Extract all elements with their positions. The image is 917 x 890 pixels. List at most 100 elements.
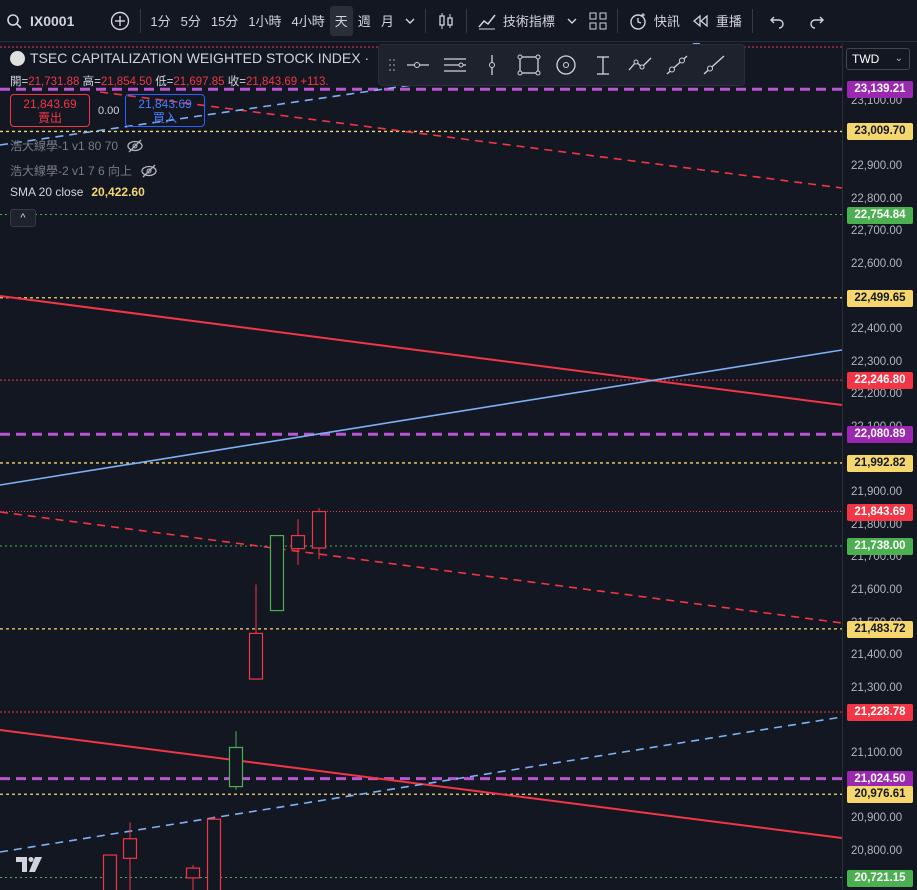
chevron-down-icon: [567, 18, 577, 24]
symbol-search[interactable]: IX0001: [0, 6, 80, 36]
indicator-name: 浩大線學-2 v1 7 6 向上: [10, 164, 133, 178]
grid-icon: [589, 12, 607, 29]
replay-label: 重播: [715, 14, 742, 29]
high-label: 高=: [82, 76, 101, 88]
candle-body: [269, 534, 285, 612]
circle-icon: [555, 55, 576, 75]
vertical-line-icon: [488, 55, 495, 75]
divider: [751, 8, 753, 33]
layouts-button[interactable]: [583, 6, 613, 36]
trend-line: [99, 91, 842, 189]
sma-value: 20,422.60: [91, 185, 145, 199]
close-value: 21,843.69: [246, 76, 298, 88]
drawing-toolbar: [378, 44, 745, 86]
timeframe-dropdown[interactable]: [399, 6, 421, 36]
horizontal-ray-tool[interactable]: [399, 47, 436, 83]
price-tick: 21,100.00: [851, 747, 903, 759]
price-level-label: 21,992.82: [847, 454, 913, 472]
price-level-label: 22,754.84: [847, 206, 913, 224]
sell-button[interactable]: 21,843.69 賣出: [10, 94, 90, 127]
tradingview-logo-icon[interactable]: [16, 855, 46, 878]
price-tick: 22,400.00: [851, 323, 903, 336]
timeframe-1mo[interactable]: 月: [376, 6, 399, 36]
ray-line-icon: [703, 55, 724, 75]
ohlc-values: 開=21,731.88 高=21,854.50 低=21,697.85 收=21…: [10, 73, 329, 89]
candles-icon: [439, 12, 453, 29]
candle-body: [311, 510, 327, 549]
trend-line-tool[interactable]: [658, 47, 695, 83]
path-tool[interactable]: [621, 47, 658, 83]
undo-button[interactable]: [763, 6, 791, 36]
drag-handle-icon[interactable]: [385, 47, 399, 83]
circle-tool[interactable]: [547, 47, 584, 83]
zigzag-line-icon: [628, 57, 651, 71]
price-level-label: 21,738.00: [847, 538, 913, 555]
price-tick: 20,800.00: [851, 844, 903, 857]
open-value: 21,731.88: [28, 76, 80, 88]
timeframe-4h[interactable]: 4小時: [287, 6, 330, 36]
replay-button[interactable]: 重播: [686, 6, 748, 36]
indicators-dropdown[interactable]: [561, 6, 583, 36]
alert-button[interactable]: 快訊: [622, 6, 686, 36]
horizontal-ray-icon: [406, 62, 429, 68]
vertical-line-tool[interactable]: [473, 47, 510, 83]
price-level-label: 22,499.65: [847, 289, 913, 307]
buy-label: 買入: [152, 111, 177, 125]
trend-line: [0, 511, 842, 624]
ray-tool[interactable]: [695, 47, 732, 83]
price-tick: 22,300.00: [851, 355, 903, 368]
text-tool[interactable]: [584, 47, 621, 83]
timeframe-1m[interactable]: 1分: [145, 6, 175, 36]
symbol-name: IX0001: [30, 12, 75, 29]
price-tick: 21,800.00: [851, 518, 903, 531]
price-level-label: 21,483.72: [847, 620, 913, 638]
price-tick: 22,200.00: [851, 388, 903, 401]
indicator-row-2[interactable]: 浩大線學-2 v1 7 6 向上: [10, 162, 158, 179]
rectangle-tool[interactable]: [510, 47, 547, 83]
currency-select[interactable]: TWD ⌄: [846, 48, 910, 70]
compare-button[interactable]: [104, 6, 136, 36]
timeframe-15m[interactable]: 15分: [206, 6, 243, 36]
timeframe-1w[interactable]: 週: [353, 6, 376, 36]
text-cursor-icon: [596, 56, 609, 75]
buy-button[interactable]: 21,843.69 買入: [125, 94, 205, 127]
symbol-legend[interactable]: TSEC CAPITALIZATION WEIGHTED STOCK INDEX…: [10, 50, 369, 66]
redo-button[interactable]: [803, 6, 831, 36]
timeframe-1h[interactable]: 1小時: [243, 6, 286, 36]
redo-icon: [810, 16, 824, 29]
rectangle-icon: [517, 54, 540, 76]
divider: [140, 8, 142, 33]
indicator-row-1[interactable]: 浩大線學-1 v1 80 70: [10, 137, 144, 154]
parallel-lines-tool[interactable]: [436, 47, 473, 83]
add-circle-icon: [111, 11, 130, 30]
price-tick: 22,600.00: [851, 258, 903, 270]
indicator-row-sma[interactable]: SMA 20 close 20,422.60: [10, 185, 145, 199]
close-label: 收=: [227, 76, 246, 88]
candle-body: [228, 746, 244, 788]
candle-body: [206, 818, 222, 890]
buy-price: 21,843.69: [138, 97, 192, 111]
chart-type-button[interactable]: [430, 6, 462, 36]
candle-body: [290, 534, 306, 550]
price-level-label: 21,228.78: [847, 704, 913, 722]
collapse-legend-button[interactable]: ^: [10, 209, 36, 227]
price-tick: 20,900.00: [851, 812, 903, 825]
trend-line: [0, 349, 842, 486]
price-axis[interactable]: 23,100.00 22,900.00 22,800.00 22,700.00 22,6…: [842, 43, 917, 890]
sell-label: 賣出: [37, 111, 62, 125]
indicator-name: SMA 20 close: [10, 185, 84, 199]
divider: [616, 8, 618, 33]
eye-hidden-icon[interactable]: [140, 164, 158, 178]
candle-body: [102, 854, 118, 890]
indicators-button[interactable]: 技術指標: [471, 6, 561, 36]
price-tick: 21,300.00: [851, 681, 903, 694]
price-level-label: 22,080.89: [847, 426, 913, 444]
top-toolbar: IX0001 1分 5分 15分 1小時 4小時 天 週 月 技術指標 快訊 重…: [0, 0, 917, 42]
eye-hidden-icon[interactable]: [126, 139, 144, 153]
timeframe-1d[interactable]: 天: [329, 5, 353, 36]
symbol-title: TSEC CAPITALIZATION WEIGHTED STOCK INDEX…: [30, 50, 370, 66]
chevron-down-icon: [405, 18, 415, 24]
price-tick: 22,800.00: [851, 192, 903, 205]
timeframe-5m[interactable]: 5分: [176, 6, 206, 36]
high-value: 21,854.50: [100, 76, 152, 88]
